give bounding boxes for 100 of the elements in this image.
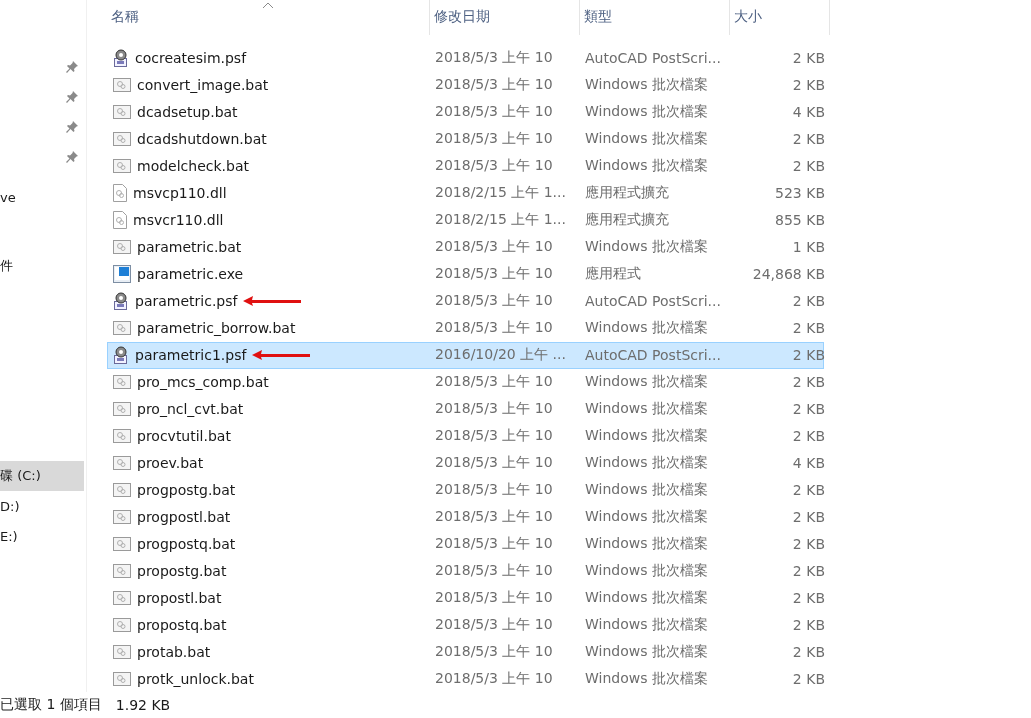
file-size: 2 KB	[791, 562, 825, 579]
modified-date: 2018/5/3 上午 10	[434, 507, 554, 526]
column-header[interactable]: 修改日期	[430, 0, 580, 35]
file-row[interactable]: parametric_borrow.bat 2018/5/3 上午 10 Windows 批次檔案 2 KB	[107, 314, 824, 342]
file-row[interactable]: dcadsetup.bat 2018/5/3 上午 10 Windows 批次檔案 4 KB	[107, 98, 824, 126]
file-type: Windows 批次檔案	[584, 453, 709, 472]
file-size: 2 KB	[791, 347, 825, 364]
sidebar-item[interactable]: 碟 (C:)	[0, 461, 84, 491]
file-row[interactable]: propostg.bat 2018/5/3 上午 10 Windows 批次檔案 2 KB	[107, 557, 824, 585]
column-header[interactable]: 大小	[730, 0, 830, 35]
sidebar-item[interactable]: ve	[0, 182, 84, 212]
batch-file-icon	[113, 454, 131, 471]
file-name: protk_unlock.bat	[137, 670, 254, 687]
file-size: 1 KB	[791, 239, 825, 256]
batch-file-icon	[113, 616, 131, 633]
file-type: Windows 批次檔案	[584, 427, 709, 445]
file-name: progpostq.bat	[137, 535, 236, 552]
pin-icon[interactable]	[66, 61, 78, 73]
sidebar-item[interactable]: D:)	[0, 491, 84, 521]
file-type: 應用程式	[584, 265, 642, 284]
file-type: Windows 批次檔案	[584, 588, 709, 607]
document-gear-icon	[113, 211, 127, 230]
file-size: 2 KB	[791, 158, 825, 175]
batch-file-icon	[113, 428, 131, 444]
pin-icon[interactable]	[66, 91, 78, 103]
file-type: Windows 批次檔案	[584, 507, 709, 526]
batch-file-icon	[113, 589, 131, 606]
modified-date: 2018/5/3 上午 10	[434, 427, 554, 445]
file-type: Windows 批次檔案	[584, 400, 709, 418]
file-name: propostq.bat	[137, 616, 227, 633]
file-name: modelcheck.bat	[137, 158, 249, 175]
file-name: pro_mcs_comp.bat	[137, 374, 269, 391]
file-size: 2 KB	[791, 535, 825, 552]
file-name: protab.bat	[137, 643, 211, 660]
file-size: 2 KB	[791, 670, 825, 687]
file-row[interactable]: progpostl.bat 2018/5/3 上午 10 Windows 批次檔案 2 KB	[107, 503, 824, 531]
file-row[interactable]: procvtutil.bat 2018/5/3 上午 10 Windows 批次檔案 2 KB	[107, 422, 824, 450]
file-row[interactable]: protab.bat 2018/5/3 上午 10 Windows 批次檔案 2 KB	[107, 638, 824, 666]
file-row[interactable]: convert_image.bat 2018/5/3 上午 10 Windows 批次檔案 2 KB	[107, 71, 824, 99]
column-header[interactable]: 名稱	[107, 0, 430, 35]
modified-date: 2018/5/3 上午 10	[434, 588, 554, 607]
column-header[interactable]: 類型	[580, 0, 730, 35]
modified-date: 2018/5/3 上午 10	[434, 373, 554, 392]
file-row[interactable]: parametric1.psf 2016/10/20 上午 ... AutoCAD PostScri... 2 KB	[107, 341, 824, 369]
modified-date: 2018/5/3 上午 10	[434, 265, 554, 284]
file-name: propostg.bat	[137, 562, 227, 579]
file-type: Windows 批次檔案	[584, 130, 709, 149]
file-row[interactable]: propostq.bat 2018/5/3 上午 10 Windows 批次檔案 2 KB	[107, 611, 824, 639]
file-row[interactable]: modelcheck.bat 2018/5/3 上午 10 Windows 批次檔案 2 KB	[107, 152, 824, 180]
file-row[interactable]: dcadshutdown.bat 2018/5/3 上午 10 Windows 批次檔案 2 KB	[107, 125, 824, 153]
sidebar-item[interactable]: 件	[0, 251, 84, 281]
file-row[interactable]: protk_unlock.bat 2018/5/3 上午 10 Windows 批次檔案 2 KB	[107, 665, 824, 693]
file-name: parametric.psf	[135, 293, 238, 310]
file-name: proev.bat	[137, 454, 204, 471]
modified-date: 2018/5/3 上午 10	[434, 453, 554, 472]
file-name: parametric_borrow.bat	[137, 320, 296, 337]
file-type: Windows 批次檔案	[584, 76, 709, 95]
file-row[interactable]: cocreatesim.psf 2018/5/3 上午 10 AutoCAD PostScri... 2 KB	[107, 44, 824, 72]
modified-date: 2018/5/3 上午 10	[434, 561, 554, 580]
batch-file-icon	[113, 535, 131, 552]
file-row[interactable]: propostl.bat 2018/5/3 上午 10 Windows 批次檔案 2 KB	[107, 584, 824, 612]
file-row[interactable]: msvcr110.dll 2018/2/15 上午 1... 應用程式擴充 855 KB	[107, 206, 824, 234]
file-type: Windows 批次檔案	[584, 669, 709, 688]
file-row[interactable]: pro_ncl_cvt.bat 2018/5/3 上午 10 Windows 批次檔案 2 KB	[107, 395, 824, 423]
gear-document-icon	[113, 49, 129, 68]
batch-file-icon	[113, 104, 131, 121]
file-row[interactable]: pro_mcs_comp.bat 2018/5/3 上午 10 Windows 批次檔案 2 KB	[107, 368, 824, 396]
batch-file-icon	[113, 508, 131, 525]
modified-date: 2018/2/15 上午 1...	[434, 211, 567, 230]
file-type: Windows 批次檔案	[584, 103, 709, 122]
file-type: Windows 批次檔案	[584, 561, 709, 580]
file-row[interactable]: msvcp110.dll 2018/2/15 上午 1... 應用程式擴充 523 KB	[107, 179, 824, 207]
sidebar-item[interactable]: E:)	[0, 521, 84, 551]
batch-file-icon	[113, 643, 131, 660]
file-size: 2 KB	[791, 428, 825, 444]
file-name: msvcp110.dll	[133, 185, 227, 202]
file-row[interactable]: parametric.exe 2018/5/3 上午 10 應用程式 24,868 KB	[107, 260, 824, 288]
modified-date: 2018/2/15 上午 1...	[434, 184, 567, 203]
modified-date: 2018/5/3 上午 10	[434, 534, 554, 553]
gear-document-icon	[113, 346, 129, 365]
file-row[interactable]: parametric.psf 2018/5/3 上午 10 AutoCAD PostScri... 2 KB	[107, 287, 824, 315]
file-row[interactable]: proev.bat 2018/5/3 上午 10 Windows 批次檔案 4 KB	[107, 449, 824, 477]
batch-file-icon	[113, 158, 131, 175]
modified-date: 2016/10/20 上午 ...	[434, 346, 567, 365]
pin-icon[interactable]	[66, 151, 78, 163]
pin-icon[interactable]	[66, 121, 78, 133]
modified-date: 2018/5/3 上午 10	[434, 292, 554, 311]
modified-date: 2018/5/3 上午 10	[434, 480, 554, 499]
file-type: AutoCAD PostScri...	[584, 50, 722, 67]
application-window-icon	[113, 265, 131, 284]
modified-date: 2018/5/3 上午 10	[434, 76, 554, 95]
file-row[interactable]: progpostg.bat 2018/5/3 上午 10 Windows 批次檔案 2 KB	[107, 476, 824, 504]
batch-file-icon	[113, 670, 131, 687]
file-name: propostl.bat	[137, 589, 222, 606]
batch-file-icon	[113, 374, 131, 391]
batch-file-icon	[113, 131, 131, 148]
selection-size: 1.92 KB	[115, 697, 171, 713]
file-row[interactable]: progpostq.bat 2018/5/3 上午 10 Windows 批次檔案 2 KB	[107, 530, 824, 558]
file-name: parametric1.psf	[135, 347, 247, 364]
file-row[interactable]: parametric.bat 2018/5/3 上午 10 Windows 批次檔案 1 KB	[107, 233, 824, 261]
